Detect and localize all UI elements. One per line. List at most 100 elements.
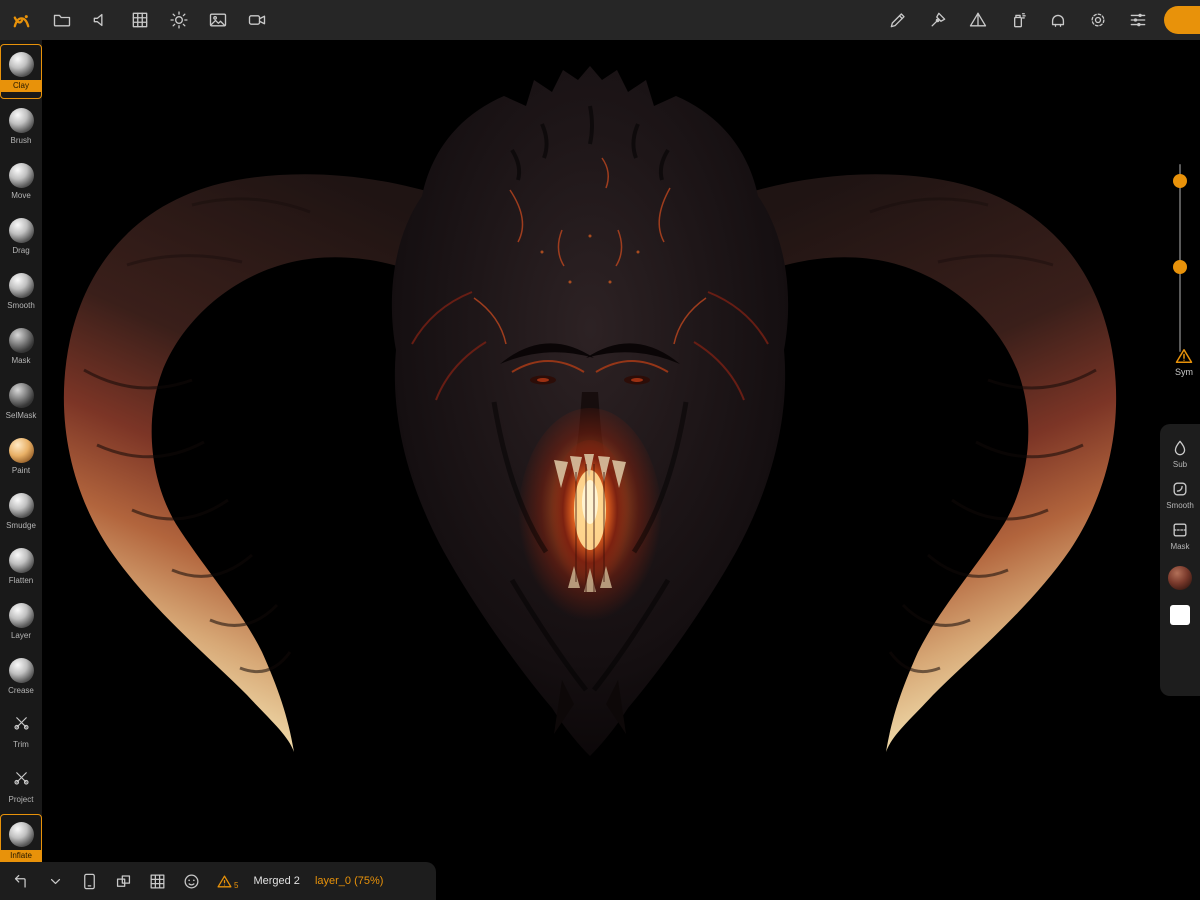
tool-mask[interactable]: Mask	[0, 319, 42, 374]
chevron-down-icon[interactable]	[46, 872, 65, 891]
panel-item-label: Sub	[1173, 460, 1187, 469]
viewport-canvas[interactable]	[42, 40, 1200, 900]
tool-label: Drag	[12, 246, 29, 256]
tool-sidebar: Clay Brush Move Drag Smooth Mask SelMask Paint S…	[0, 40, 42, 900]
gear-icon[interactable]	[1088, 10, 1108, 30]
panel-smooth[interactable]: Smooth	[1166, 479, 1194, 510]
tool-trim[interactable]: Trim	[0, 704, 42, 759]
sphere-dark-icon	[9, 383, 34, 408]
pencil-icon[interactable]	[888, 10, 908, 30]
tool-label: Paint	[12, 466, 30, 476]
slider-track[interactable]	[1179, 164, 1181, 352]
tool-layer[interactable]: Layer	[0, 594, 42, 649]
sphere-icon	[9, 108, 34, 133]
sphere-icon	[9, 163, 34, 188]
symmetry-button[interactable]: Sym	[1174, 346, 1194, 377]
warning-triangle-icon	[1174, 346, 1194, 366]
sliders-icon[interactable]	[1128, 10, 1148, 30]
layer-label[interactable]: layer_0 (75%)	[315, 875, 383, 887]
tool-smooth[interactable]: Smooth	[0, 264, 42, 319]
material-icon[interactable]	[1048, 10, 1068, 30]
sphere-icon	[9, 493, 34, 518]
material-sphere-icon	[1168, 566, 1192, 590]
tool-label: Flatten	[9, 576, 33, 586]
panel-item-label: Mask	[1170, 542, 1189, 551]
tool-clay[interactable]: Clay	[0, 44, 42, 99]
tool-smudge[interactable]: Smudge	[0, 484, 42, 539]
sphere-tan-icon	[9, 438, 34, 463]
tool-label: SelMask	[6, 411, 37, 421]
tool-drag[interactable]: Drag	[0, 209, 42, 264]
mask-square-icon	[1170, 520, 1190, 540]
panel-item-label: Smooth	[1166, 501, 1194, 510]
sphere-icon	[9, 52, 34, 77]
tool-label: Crease	[8, 686, 34, 696]
toolbar-left-group	[0, 9, 267, 32]
radius-slider-handle[interactable]	[1173, 174, 1187, 188]
tool-label: Clay	[0, 80, 42, 92]
panel-mask[interactable]: Mask	[1170, 520, 1190, 551]
tool-inflate[interactable]: Inflate	[0, 814, 42, 869]
sculpt-render[interactable]	[42, 40, 1200, 900]
tool-label: Smudge	[6, 521, 36, 531]
tool-label: Trim	[13, 740, 29, 750]
bottom-toolbar: 5 Merged 2 layer_0 (75%)	[0, 862, 436, 900]
color-swatch[interactable]	[1170, 600, 1190, 625]
tool-paint[interactable]: Paint	[0, 429, 42, 484]
material-sphere[interactable]	[1168, 561, 1192, 590]
sphere-icon	[9, 658, 34, 683]
color-swatch-icon	[1170, 605, 1190, 625]
face-icon[interactable]	[182, 872, 201, 891]
vertical-sliders	[1172, 164, 1188, 352]
symmetry-label: Sym	[1175, 367, 1193, 377]
sphere-dark-icon	[9, 328, 34, 353]
folder-icon[interactable]	[52, 10, 72, 30]
scissors-icon	[12, 713, 31, 737]
scene-icon[interactable]	[114, 872, 133, 891]
droplet-icon	[1170, 438, 1190, 458]
sun-icon[interactable]	[169, 10, 189, 30]
spray-icon[interactable]	[1008, 10, 1028, 30]
toolbar-right-group	[888, 10, 1148, 30]
top-toolbar	[0, 0, 1200, 40]
tool-label: Project	[9, 795, 34, 805]
tool-label: Inflate	[0, 850, 42, 862]
corner-menu-button[interactable]	[1164, 6, 1200, 34]
tool-label: Move	[11, 191, 31, 201]
tool-list: Clay Brush Move Drag Smooth Mask SelMask Paint S…	[0, 40, 42, 869]
tool-move[interactable]: Move	[0, 154, 42, 209]
tool-project[interactable]: Project	[0, 759, 42, 814]
grid-icon[interactable]	[130, 10, 150, 30]
sphere-icon	[9, 273, 34, 298]
speaker-icon[interactable]	[91, 10, 111, 30]
undo-icon[interactable]	[12, 872, 31, 891]
prism-icon[interactable]	[968, 10, 988, 30]
pen-icon[interactable]	[928, 10, 948, 30]
grid-icon[interactable]	[148, 872, 167, 891]
tool-label: Brush	[11, 136, 32, 146]
tool-label: Mask	[11, 356, 30, 366]
tool-brush[interactable]: Brush	[0, 99, 42, 154]
sphere-icon	[9, 218, 34, 243]
warning-indicator[interactable]: 5	[216, 873, 238, 890]
camera-icon[interactable]	[247, 10, 267, 30]
tool-selmask[interactable]: SelMask	[0, 374, 42, 429]
app-window: Clay Brush Move Drag Smooth Mask SelMask Paint S…	[0, 0, 1200, 900]
scissors-icon	[12, 768, 31, 792]
tool-label: Smooth	[7, 301, 35, 311]
right-panel: Sub Smooth Mask	[1160, 424, 1200, 696]
tool-label: Layer	[11, 631, 31, 641]
intensity-slider-handle[interactable]	[1173, 260, 1187, 274]
image-icon[interactable]	[208, 10, 228, 30]
sphere-icon	[9, 603, 34, 628]
app-logo[interactable]	[10, 9, 33, 32]
tool-flatten[interactable]: Flatten	[0, 539, 42, 594]
bottom-icons-group	[12, 872, 201, 891]
warning-count: 5	[234, 881, 238, 890]
sphere-icon	[9, 548, 34, 573]
panel-sub[interactable]: Sub	[1170, 438, 1190, 469]
mesh-name-label[interactable]: Merged 2	[253, 875, 299, 887]
tablet-icon[interactable]	[80, 872, 99, 891]
sphere-icon	[9, 822, 34, 847]
tool-crease[interactable]: Crease	[0, 649, 42, 704]
